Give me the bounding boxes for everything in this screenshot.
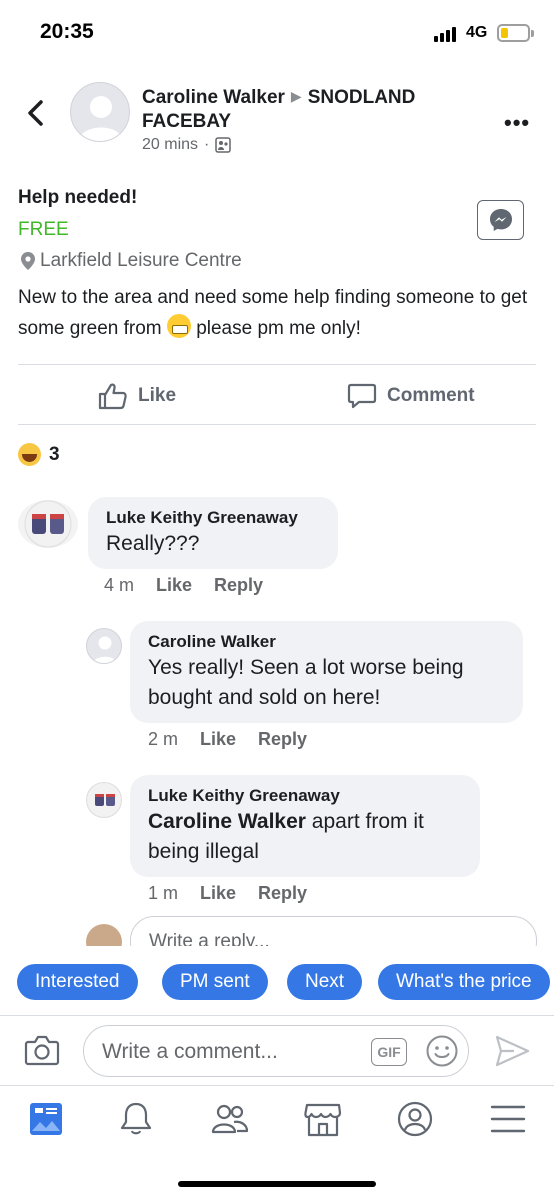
- divider: [18, 424, 536, 425]
- quick-replies-bar: Interested PM sent Next What's the price: [0, 946, 554, 1012]
- profile-icon: [397, 1101, 433, 1137]
- tab-profile[interactable]: [395, 1100, 435, 1138]
- comment-input[interactable]: Write a comment...: [83, 1025, 469, 1077]
- reply-text: Caroline Walker apart from it being ille…: [148, 810, 424, 863]
- sticker-button[interactable]: [425, 1034, 459, 1068]
- comment-reply-button[interactable]: Reply: [214, 575, 263, 596]
- comment-composer: Write a comment... GIF: [0, 1015, 554, 1085]
- like-button[interactable]: Like: [98, 378, 176, 414]
- tab-groups[interactable]: [210, 1100, 250, 1138]
- tab-notifications[interactable]: [116, 1100, 156, 1138]
- menu-icon: [490, 1105, 526, 1133]
- send-button[interactable]: [494, 1034, 530, 1068]
- groups-icon: [211, 1104, 249, 1134]
- comment-text: Really???: [106, 532, 200, 555]
- tab-news-feed[interactable]: [26, 1100, 66, 1138]
- comment-button[interactable]: Comment: [347, 378, 475, 414]
- reply-reply-button[interactable]: Reply: [258, 883, 307, 904]
- network-type: 4G: [466, 24, 488, 41]
- reply-time: 2 m: [148, 729, 179, 749]
- bell-icon: [120, 1102, 152, 1135]
- reply-author-avatar[interactable]: [86, 782, 122, 818]
- mention-tag[interactable]: Caroline Walker: [148, 810, 306, 833]
- reply-actions: 1 m Like Reply: [148, 883, 307, 904]
- quick-reply-price[interactable]: What's the price: [378, 964, 550, 1000]
- post-location[interactable]: Larkfield Leisure Centre: [20, 250, 242, 272]
- comment-like-button[interactable]: Like: [156, 575, 192, 596]
- grimacing-emoji-icon: [166, 314, 191, 338]
- reply-like-button[interactable]: Like: [200, 729, 236, 750]
- marketplace-icon: [304, 1103, 342, 1137]
- reply-text: Yes really! Seen a lot worse being bough…: [148, 656, 464, 709]
- reply-bubble: Luke Keithy Greenaway Caroline Walker ap…: [130, 775, 480, 877]
- comment-icon: [347, 383, 377, 409]
- reply-author[interactable]: Caroline Walker: [148, 631, 505, 653]
- comment-author[interactable]: Luke Keithy Greenaway: [106, 507, 320, 529]
- author-avatar[interactable]: [70, 82, 130, 142]
- back-button[interactable]: [22, 96, 50, 130]
- location-text: Larkfield Leisure Centre: [40, 250, 242, 271]
- post-author-line: Caroline Walker ▶ SNODLAND FACEBAY: [142, 84, 472, 134]
- haha-reaction-icon: [18, 443, 41, 466]
- post-text: New to the area and need some help findi…: [18, 287, 528, 339]
- news-feed-icon: [30, 1103, 62, 1135]
- reply-like-button[interactable]: Like: [200, 883, 236, 904]
- send-icon: [495, 1035, 530, 1067]
- post-price: FREE: [18, 219, 69, 240]
- reply-reply-button[interactable]: Reply: [258, 729, 307, 750]
- reply-author[interactable]: Luke Keithy Greenaway: [148, 785, 462, 807]
- reaction-count: 3: [49, 443, 60, 465]
- reply-bubble: Caroline Walker Yes really! Seen a lot w…: [130, 621, 523, 723]
- divider: [18, 364, 536, 365]
- post-title: Help needed!: [18, 187, 138, 208]
- comment-bubble: Luke Keithy Greenaway Really???: [88, 497, 338, 569]
- reply-author-avatar[interactable]: [86, 628, 122, 664]
- group-audience-icon: [215, 137, 232, 153]
- more-options-button[interactable]: •••: [504, 110, 530, 136]
- quick-reply-pm-sent[interactable]: PM sent: [162, 964, 268, 1000]
- camera-button[interactable]: [24, 1034, 60, 1066]
- reply-time: 1 m: [148, 883, 179, 903]
- quick-reply-next[interactable]: Next: [287, 964, 363, 1000]
- messenger-icon: [489, 209, 512, 231]
- messenger-button[interactable]: [477, 200, 524, 240]
- reactions-summary[interactable]: 3: [18, 443, 60, 466]
- location-pin-icon: [21, 252, 35, 270]
- post-meta: 20 mins ·: [142, 136, 232, 154]
- status-bar: 20:35 4G: [0, 0, 554, 66]
- quick-reply-interested[interactable]: Interested: [17, 964, 138, 1000]
- gif-button[interactable]: GIF: [371, 1038, 407, 1066]
- like-label: Like: [138, 385, 177, 406]
- battery-icon: [497, 24, 530, 42]
- arrow-right-icon: ▶: [290, 88, 302, 104]
- comment-label: Comment: [387, 385, 475, 406]
- camera-icon: [24, 1035, 60, 1066]
- comment-actions: 4 m Like Reply: [104, 575, 263, 596]
- signal-icon: [434, 26, 456, 42]
- smiley-icon: [426, 1035, 458, 1067]
- tab-menu[interactable]: [488, 1100, 528, 1138]
- status-time: 20:35: [40, 20, 94, 43]
- post-time: 20 mins: [142, 136, 199, 153]
- thumbs-up-icon: [98, 383, 127, 410]
- tab-marketplace[interactable]: [303, 1100, 343, 1138]
- comment-time: 4 m: [104, 575, 135, 595]
- author-name[interactable]: Caroline Walker: [142, 87, 285, 108]
- home-indicator: [178, 1181, 376, 1187]
- commenter-avatar[interactable]: [18, 500, 78, 548]
- chevron-left-icon: [28, 100, 43, 126]
- reply-actions: 2 m Like Reply: [148, 729, 307, 750]
